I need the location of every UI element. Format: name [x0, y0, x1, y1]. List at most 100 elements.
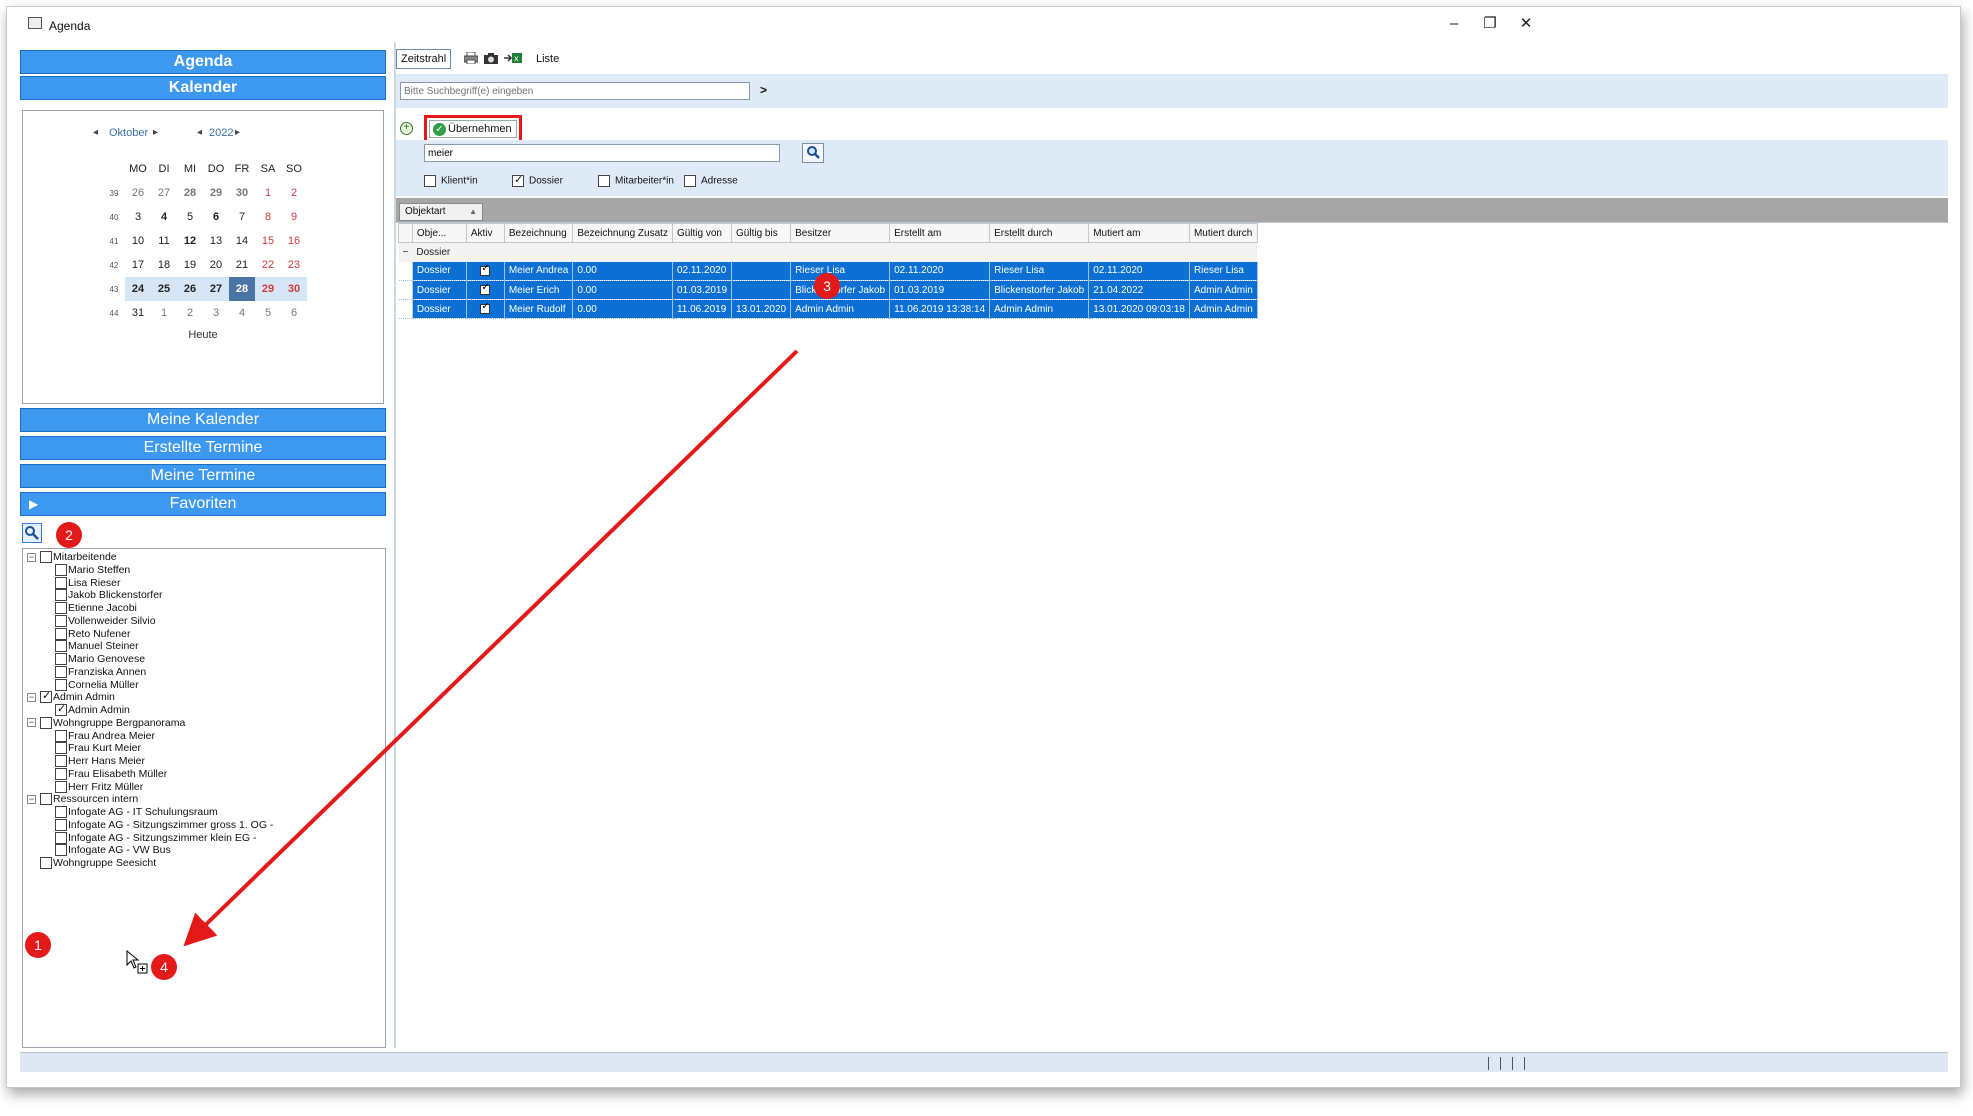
calendar-day[interactable]: 29 — [203, 181, 229, 205]
calendar-day[interactable]: 16 — [281, 229, 307, 253]
prev-year-icon[interactable]: ◂ — [197, 127, 202, 138]
calendar-year[interactable]: 2022 — [209, 127, 233, 139]
print-icon[interactable] — [464, 52, 478, 64]
column-header[interactable]: Obje... — [411, 223, 467, 243]
calendar-day[interactable]: 11 — [151, 229, 177, 253]
next-year-icon[interactable]: ▸ — [235, 127, 240, 138]
camera-icon[interactable] — [484, 52, 498, 64]
column-header[interactable]: Aktiv — [465, 223, 505, 243]
minimize-button[interactable]: – — [1439, 13, 1469, 35]
calendar-day[interactable]: 10 — [125, 229, 151, 253]
calendar-day[interactable]: 8 — [255, 205, 281, 229]
search-go-button[interactable]: > — [760, 83, 767, 97]
tree-checkbox[interactable] — [55, 844, 67, 857]
tree-checkbox[interactable] — [55, 665, 67, 678]
column-header[interactable]: Bezeichnung Zusatz — [572, 223, 673, 243]
calendar-day[interactable]: 15 — [255, 229, 281, 253]
column-header[interactable]: Gültig von — [671, 223, 733, 243]
column-header[interactable]: Erstellt am — [889, 223, 991, 243]
tree-checkbox[interactable] — [55, 742, 67, 755]
calendar-day[interactable]: 12 — [177, 229, 203, 253]
filter-checkbox[interactable] — [598, 175, 610, 187]
calendar-month[interactable]: Oktober — [109, 127, 148, 139]
filter-checkbox[interactable] — [512, 173, 524, 187]
tree-checkbox[interactable] — [55, 576, 67, 589]
column-header[interactable]: Bezeichnung — [503, 223, 574, 243]
calendar-day[interactable]: 2 — [281, 181, 307, 205]
collapse-toggle-icon[interactable]: − — [27, 794, 36, 804]
aktiv-checkbox[interactable] — [480, 282, 491, 295]
collapse-toggle-icon[interactable] — [27, 859, 36, 868]
tree-checkbox[interactable] — [55, 640, 67, 653]
calendar-day[interactable]: 4 — [229, 301, 255, 325]
today-link[interactable]: Heute — [23, 329, 383, 341]
calendar-day[interactable]: 29 — [255, 277, 281, 301]
calendar-day[interactable]: 20 — [203, 253, 229, 277]
filter-search-button[interactable] — [802, 143, 824, 163]
adopt-button[interactable]: ✓ Übernehmen — [424, 115, 522, 143]
tree-checkbox[interactable] — [40, 793, 52, 806]
table-row[interactable]: DossierMeier Rudolf0.0011.06.201913.01.2… — [398, 299, 1258, 319]
aktiv-checkbox[interactable] — [480, 301, 491, 314]
calendar-day[interactable]: 9 — [281, 205, 307, 229]
calendar-day[interactable]: 22 — [255, 253, 281, 277]
nav-meine-termine[interactable]: Meine Termine — [20, 464, 386, 488]
calendar-day[interactable]: 21 — [229, 253, 255, 277]
collapse-toggle-icon[interactable]: − — [27, 718, 36, 728]
group-chip-objektart[interactable]: Objektart ▲ — [399, 203, 483, 221]
aktiv-checkbox[interactable] — [480, 263, 491, 276]
calendar-day[interactable]: 6 — [281, 301, 307, 325]
tree-checkbox[interactable] — [55, 653, 67, 666]
filter-checkbox[interactable] — [684, 175, 696, 187]
tree-checkbox[interactable] — [55, 806, 67, 819]
collapse-toggle-icon[interactable]: − — [27, 552, 36, 562]
calendar-day[interactable]: 3 — [125, 205, 151, 229]
calendar-day[interactable]: 3 — [203, 301, 229, 325]
tree-checkbox[interactable] — [40, 857, 52, 870]
tree-checkbox[interactable] — [55, 729, 67, 742]
calendar-day[interactable]: 30 — [229, 181, 255, 205]
calendar-day[interactable]: 28 — [177, 181, 203, 205]
liste-button[interactable]: Liste — [536, 53, 559, 65]
column-header[interactable]: Mutiert am — [1088, 223, 1190, 243]
group-collapse-icon[interactable]: − — [398, 242, 413, 262]
calendar-day[interactable]: 1 — [151, 301, 177, 325]
close-button[interactable]: ✕ — [1511, 13, 1541, 35]
tree-checkbox[interactable] — [55, 678, 67, 691]
prev-month-icon[interactable]: ◂ — [93, 127, 98, 138]
calendar-day[interactable]: 2 — [177, 301, 203, 325]
tree-checkbox[interactable] — [55, 614, 67, 627]
filter-checkbox[interactable] — [424, 175, 436, 187]
group-row-dossier[interactable]: − Dossier — [398, 242, 1258, 262]
tree-checkbox[interactable] — [55, 563, 67, 576]
export-excel-icon[interactable]: x — [504, 52, 522, 64]
filter-option[interactable]: Mitarbeiter*in — [598, 175, 674, 187]
calendar-day[interactable]: 5 — [177, 205, 203, 229]
zeitstrahl-button[interactable]: Zeitstrahl — [396, 49, 452, 69]
tree-checkbox[interactable] — [55, 780, 67, 793]
calendar-day[interactable]: 19 — [177, 253, 203, 277]
calendar-day[interactable]: 28 — [229, 277, 255, 301]
tree-checkbox[interactable] — [55, 818, 67, 831]
tree-search-button[interactable] — [22, 523, 42, 543]
nav-kalender[interactable]: Kalender — [20, 76, 386, 100]
calendar-day[interactable]: 26 — [125, 181, 151, 205]
column-header[interactable]: Erstellt durch — [989, 223, 1090, 243]
calendar-day[interactable]: 4 — [151, 205, 177, 229]
calendar-day[interactable]: 1 — [255, 181, 281, 205]
calendar-day[interactable]: 14 — [229, 229, 255, 253]
restore-button[interactable]: ❐ — [1475, 13, 1505, 35]
tree-checkbox[interactable] — [40, 716, 52, 729]
next-month-icon[interactable]: ▸ — [153, 127, 158, 138]
collapse-toggle-icon[interactable]: − — [27, 692, 36, 702]
calendar-day[interactable]: 7 — [229, 205, 255, 229]
add-circle-icon[interactable]: + — [400, 122, 413, 135]
tree-checkbox[interactable] — [55, 627, 67, 640]
tree-checkbox[interactable] — [55, 767, 67, 780]
calendar-day[interactable]: 27 — [203, 277, 229, 301]
filter-option[interactable]: Dossier — [512, 173, 563, 187]
column-header[interactable]: Besitzer — [790, 223, 891, 243]
calendar-day[interactable]: 6 — [203, 205, 229, 229]
calendar-day[interactable]: 23 — [281, 253, 307, 277]
calendar-day[interactable]: 13 — [203, 229, 229, 253]
